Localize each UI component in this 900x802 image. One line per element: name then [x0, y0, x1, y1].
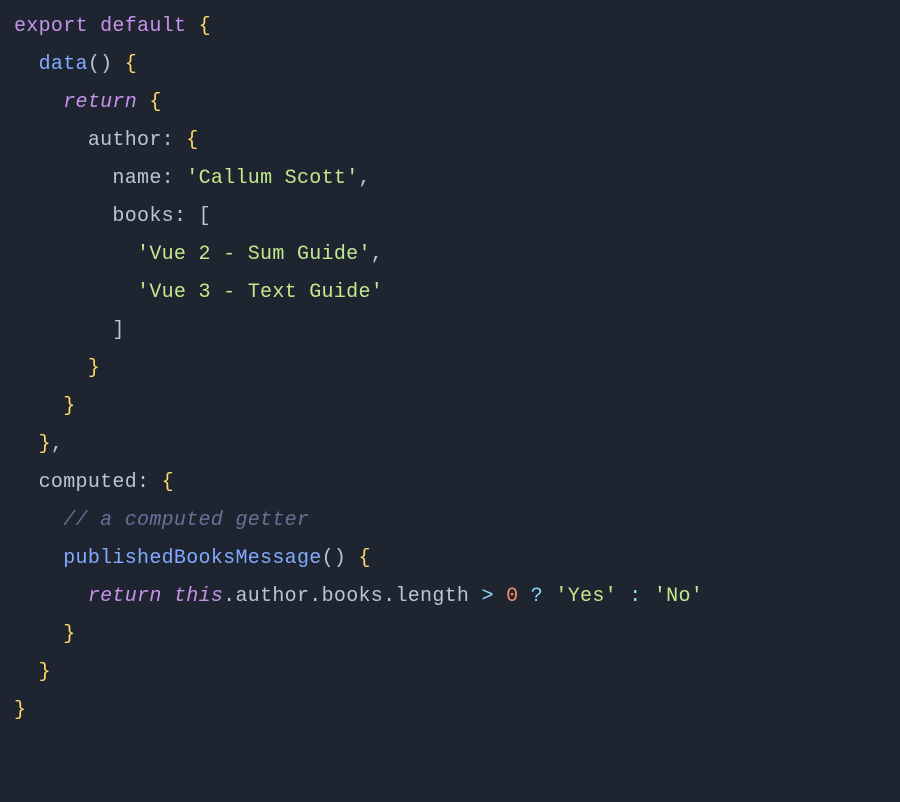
brace-open: {: [199, 15, 211, 38]
dot: .: [309, 585, 321, 608]
comma: ,: [359, 167, 371, 190]
comma: ,: [51, 433, 63, 456]
string-name-value: 'Callum Scott': [186, 167, 358, 190]
code-line: ]: [14, 319, 125, 342]
keyword-this: this: [174, 585, 223, 608]
paren-close: ): [334, 547, 346, 570]
code-line: return {: [14, 91, 162, 114]
property-computed: computed: [39, 471, 137, 494]
keyword-return: return: [88, 585, 162, 608]
property-author: author: [88, 129, 162, 152]
comment-getter: // a computed getter: [63, 509, 309, 532]
property-length: length: [395, 585, 469, 608]
string-book1: 'Vue 2 - Sum Guide': [137, 243, 371, 266]
dot: .: [383, 585, 395, 608]
keyword-default: default: [100, 15, 186, 38]
code-line: name: 'Callum Scott',: [14, 167, 371, 190]
operator-ternary-q: ?: [531, 585, 543, 608]
code-line: }: [14, 661, 51, 684]
bracket-open: [: [199, 205, 211, 228]
code-line: }: [14, 357, 100, 380]
colon: :: [162, 167, 174, 190]
comma: ,: [371, 243, 383, 266]
brace-close: }: [39, 433, 51, 456]
colon: :: [174, 205, 186, 228]
code-line: author: {: [14, 129, 199, 152]
brace-open: {: [149, 91, 161, 114]
code-line: 'Vue 2 - Sum Guide',: [14, 243, 383, 266]
code-line: // a computed getter: [14, 509, 309, 532]
dot: .: [223, 585, 235, 608]
code-line: }: [14, 395, 76, 418]
property-author: author: [235, 585, 309, 608]
brace-open: {: [359, 547, 371, 570]
brace-open: {: [125, 53, 137, 76]
brace-close: }: [39, 661, 51, 684]
colon: :: [162, 129, 174, 152]
code-line: publishedBooksMessage() {: [14, 547, 371, 570]
string-no: 'No': [654, 585, 703, 608]
code-line: export default {: [14, 15, 211, 38]
property-books: books: [322, 585, 384, 608]
brace-open: {: [186, 129, 198, 152]
brace-close: }: [88, 357, 100, 380]
brace-close: }: [63, 395, 75, 418]
brace-open: {: [162, 471, 174, 494]
string-book2: 'Vue 3 - Text Guide': [137, 281, 383, 304]
code-line: 'Vue 3 - Text Guide': [14, 281, 383, 304]
paren-open: (: [322, 547, 334, 570]
paren-close: ): [100, 53, 112, 76]
code-line: }: [14, 623, 76, 646]
keyword-return: return: [63, 91, 137, 114]
code-line: books: [: [14, 205, 211, 228]
code-line: data() {: [14, 53, 137, 76]
property-name: name: [112, 167, 161, 190]
code-line: },: [14, 433, 63, 456]
property-books: books: [112, 205, 174, 228]
brace-close: }: [63, 623, 75, 646]
operator-gt: >: [482, 585, 494, 608]
paren-open: (: [88, 53, 100, 76]
method-data: data: [39, 53, 88, 76]
code-line: }: [14, 699, 26, 722]
operator-ternary-c: :: [629, 585, 641, 608]
code-line: return this.author.books.length > 0 ? 'Y…: [14, 585, 703, 608]
method-published: publishedBooksMessage: [63, 547, 321, 570]
number-zero: 0: [506, 585, 518, 608]
string-yes: 'Yes': [555, 585, 617, 608]
keyword-export: export: [14, 15, 88, 38]
brace-close: }: [14, 699, 26, 722]
colon: :: [137, 471, 149, 494]
code-line: computed: {: [14, 471, 174, 494]
code-editor[interactable]: export default { data() { return { autho…: [14, 8, 886, 730]
bracket-close: ]: [112, 319, 124, 342]
